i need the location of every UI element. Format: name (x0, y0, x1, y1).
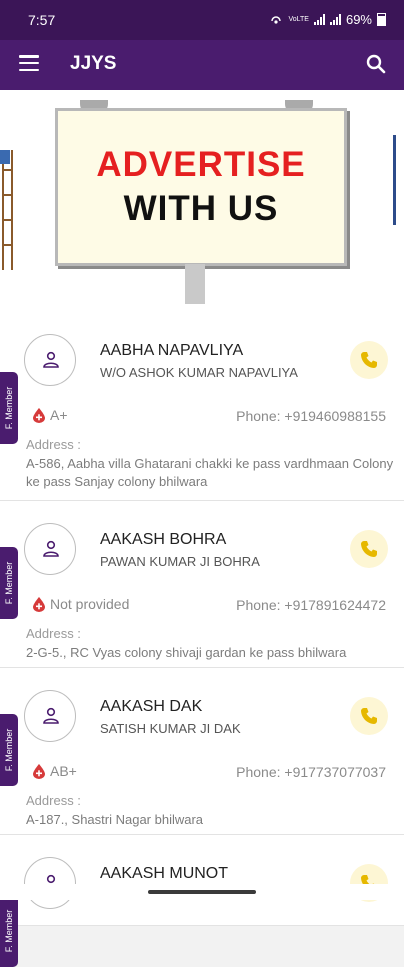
member-phone: Phone: +917737077037 (236, 764, 386, 780)
status-bar: 7:57 VoLTE 69% (0, 0, 404, 40)
member-card[interactable]: AAKASH BOHRA PAWAN KUMAR JI BOHRA Not pr… (0, 501, 404, 668)
call-button[interactable] (350, 341, 388, 379)
member-list: AABHA NAPAVLIYA W/O ASHOK KUMAR NAPAVLIY… (0, 312, 404, 967)
app-bar: JJYS (0, 40, 404, 90)
member-address: A-586, Aabha villa Ghatarani chakki ke p… (26, 456, 394, 489)
status-icons: VoLTE 69% (269, 12, 386, 27)
blood-group-value: AB+ (50, 763, 77, 779)
ladder-graphic (0, 150, 13, 270)
banner-line-2: WITH US (123, 189, 279, 228)
search-icon[interactable] (364, 52, 388, 76)
blood-group-value: A+ (50, 407, 68, 423)
member-name: AAKASH MUNOT (100, 865, 229, 882)
member-address: 2-G-5., RC Vyas colony shivaji gardan ke… (26, 645, 347, 660)
phone-icon (361, 541, 377, 557)
blood-group: Not provided (32, 596, 129, 612)
navigation-bar (0, 884, 404, 900)
member-phone: Phone: +917891624472 (236, 597, 386, 613)
member-relation: SATISH KUMAR JI DAK (100, 721, 241, 736)
battery-percent: 69% (345, 12, 372, 27)
member-name: AAKASH DAK (100, 698, 203, 715)
member-type-badge: F. Member (0, 372, 18, 444)
member-name: AABHA NAPAVLIYA (100, 342, 244, 359)
member-card[interactable]: AAKASH MUNOT YOGESH KUMAR MUNOT F. Membe… (0, 835, 404, 967)
phone-icon (361, 708, 377, 724)
blood-group: A+ (32, 407, 68, 423)
hotspot-icon (271, 15, 282, 24)
next-banner-edge (393, 135, 404, 225)
avatar (24, 334, 76, 386)
avatar (24, 857, 76, 909)
billboard-pole (185, 264, 205, 304)
blood-drop-icon (33, 764, 45, 779)
address-label: Address : (26, 793, 81, 808)
member-type-badge: F. Member (0, 547, 18, 619)
menu-icon[interactable] (19, 55, 39, 71)
member-card[interactable]: AABHA NAPAVLIYA W/O ASHOK KUMAR NAPAVLIY… (0, 312, 404, 501)
advertise-banner[interactable]: ADVERTISE WITH US (0, 90, 404, 312)
billboard: ADVERTISE WITH US (55, 108, 347, 266)
battery-icon (377, 13, 386, 26)
address-label: Address : (26, 437, 81, 452)
address-label: Address : (26, 626, 81, 641)
person-icon (43, 351, 59, 368)
member-name: AAKASH BOHRA (100, 531, 227, 548)
blood-group-value: Not provided (50, 596, 130, 612)
member-relation: W/O ASHOK KUMAR NAPAVLIYA (100, 365, 298, 380)
member-phone: Phone: +919460988155 (236, 408, 386, 424)
member-type-badge: F. Member (0, 714, 18, 786)
banner-line-1: ADVERTISE (96, 145, 306, 184)
signal-icon (313, 14, 325, 25)
status-time: 7:57 (28, 12, 56, 28)
home-gesture-handle[interactable] (148, 890, 256, 894)
member-card[interactable]: AAKASH DAK SATISH KUMAR JI DAK AB+ Phone… (0, 668, 404, 835)
member-type-badge: F. Member (0, 895, 18, 967)
person-icon (43, 540, 59, 557)
person-icon (43, 707, 59, 724)
blood-group: AB+ (32, 763, 77, 779)
app-title: JJYS (70, 53, 117, 74)
member-address: A-187., Shastri Nagar bhilwara (26, 812, 204, 827)
network-label: VoLTE (288, 16, 309, 23)
member-relation: PAWAN KUMAR JI BOHRA (100, 554, 260, 569)
phone-icon (361, 352, 377, 368)
call-button[interactable] (350, 530, 388, 568)
blood-drop-icon (33, 408, 45, 423)
signal-icon-2 (329, 14, 341, 25)
avatar (24, 690, 76, 742)
blood-drop-icon (33, 597, 45, 612)
avatar (24, 523, 76, 575)
call-button[interactable] (350, 697, 388, 735)
